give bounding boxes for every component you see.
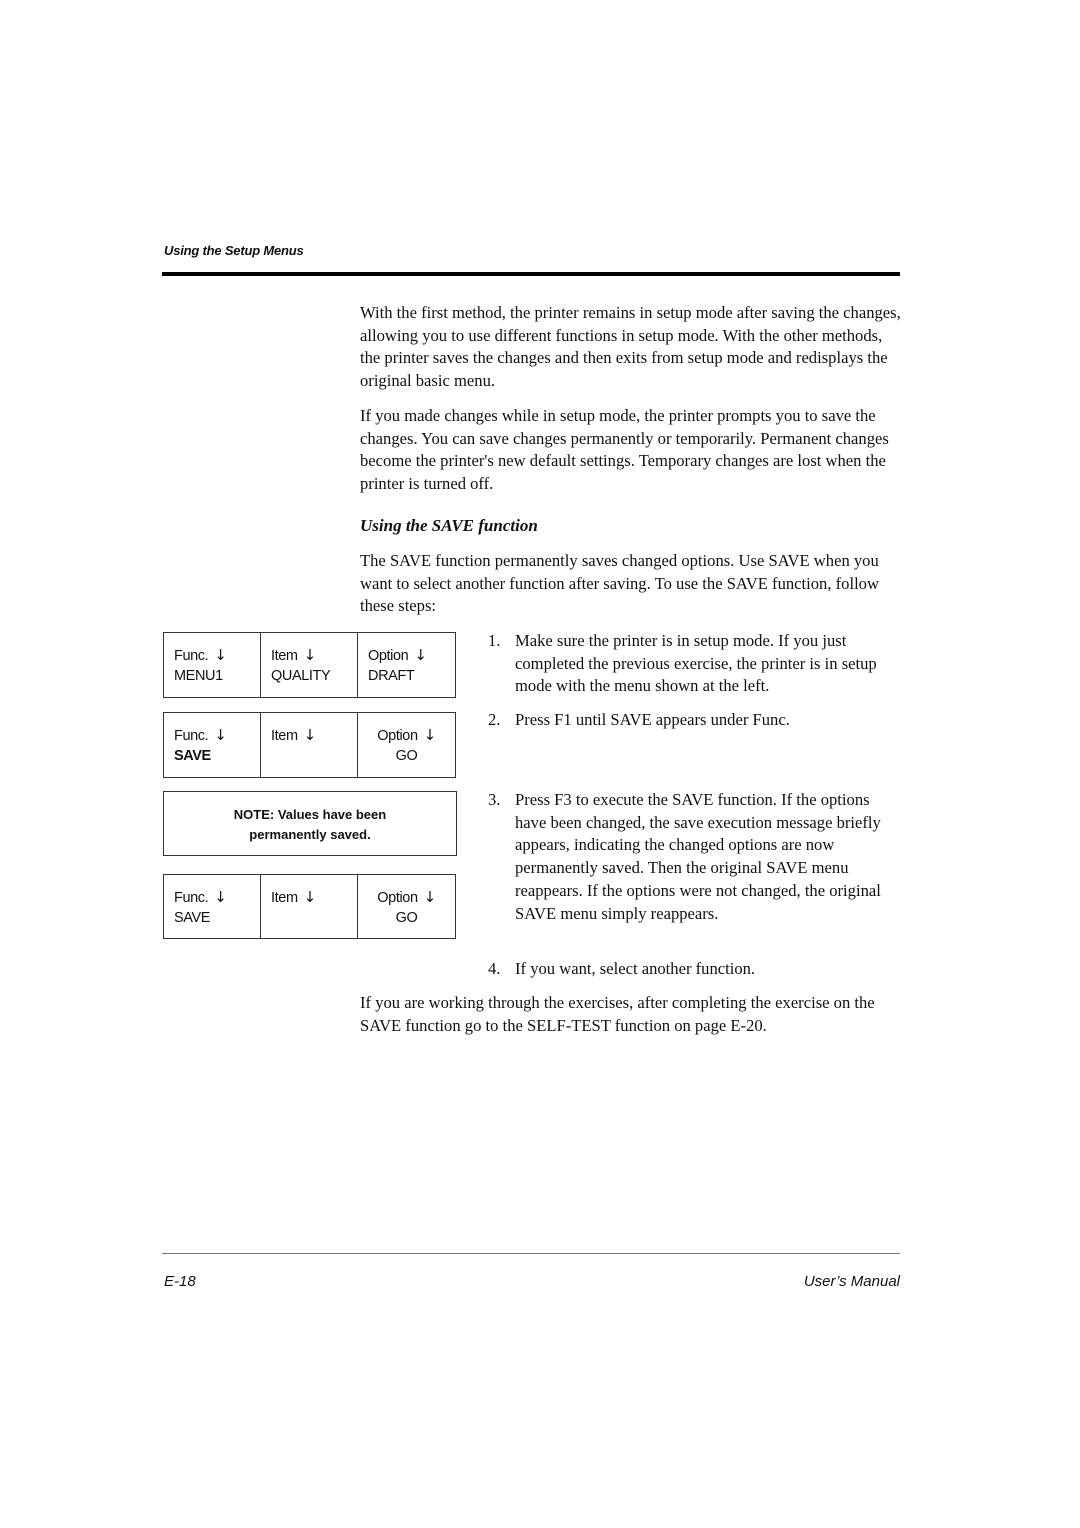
note-line-2: permanently saved. <box>249 827 371 842</box>
lcd-panel-save-restored: Func. ↓ SAVE Item ↓ Option ↓ GO <box>163 874 456 939</box>
lcd-item-cell: Item ↓ QUALITY <box>261 633 358 697</box>
step-number: 4. <box>488 959 501 978</box>
option-label: Option <box>368 648 409 664</box>
option-label: Option <box>377 728 418 744</box>
func-label: Func. <box>174 648 209 664</box>
step-number: 3. <box>488 790 501 809</box>
down-arrow-icon: ↓ <box>414 646 427 664</box>
down-arrow-icon: ↓ <box>303 726 317 744</box>
lcd-panel-menu1: Func. ↓ MENU1 Item ↓ QUALITY Option ↓ DRAFT <box>163 632 456 698</box>
func-label: Func. <box>174 728 209 744</box>
page-number: E-18 <box>164 1273 196 1290</box>
paragraph-save-intro: The SAVE function permanently saves chan… <box>360 551 879 616</box>
func-value: MENU1 <box>174 668 223 684</box>
down-arrow-icon: ↓ <box>214 888 227 906</box>
manual-title: User’s Manual <box>803 1273 900 1290</box>
lcd-option-cell: Option ↓ DRAFT <box>358 633 455 697</box>
step-text: Press F3 to execute the SAVE function. I… <box>515 790 881 923</box>
down-arrow-icon: ↓ <box>214 646 227 664</box>
step-number: 2. <box>488 710 501 729</box>
step-text: Make sure the printer is in setup mode. … <box>515 631 877 696</box>
lcd-func-cell: Func. ↓ SAVE <box>164 875 262 938</box>
step-number: 1. <box>488 631 501 650</box>
running-head: Using the Setup Menus <box>164 243 304 258</box>
lcd-func-cell: Func. ↓ MENU1 <box>164 633 261 697</box>
step-text: Press F1 until SAVE appears under Func. <box>515 710 790 729</box>
step-text: If you want, select another function. <box>515 959 756 978</box>
paragraph-next-exercise: If you are working through the exercises… <box>360 993 875 1035</box>
item-value: QUALITY <box>271 668 331 684</box>
note-line-1: NOTE: Values have been <box>233 807 387 822</box>
lcd-option-cell: Option ↓ GO <box>358 875 455 938</box>
item-label: Item <box>271 648 298 664</box>
note-message-box: NOTE: Values have been permanently saved… <box>163 791 457 856</box>
item-label: Item <box>271 890 298 906</box>
header-rule <box>162 272 900 276</box>
down-arrow-icon: ↓ <box>303 646 317 664</box>
paragraph-methods: With the first method, the printer remai… <box>360 303 901 391</box>
down-arrow-icon: ↓ <box>423 726 437 744</box>
lcd-func-cell: Func. ↓ SAVE <box>164 713 262 777</box>
footer-rule <box>162 1253 900 1254</box>
option-value: DRAFT <box>368 668 415 684</box>
section-heading: Using the SAVE function <box>360 516 538 535</box>
paragraph-save-prompt: If you made changes while in setup mode,… <box>360 406 889 494</box>
option-value: GO <box>395 910 418 926</box>
down-arrow-icon: ↓ <box>303 888 317 906</box>
func-value: SAVE <box>174 748 211 764</box>
lcd-item-cell: Item ↓ <box>261 875 359 938</box>
item-label: Item <box>271 728 298 744</box>
option-label: Option <box>377 890 418 906</box>
func-value: SAVE <box>174 910 211 926</box>
option-value: GO <box>395 748 418 764</box>
func-label: Func. <box>174 890 209 906</box>
lcd-panel-save: Func. ↓ SAVE Item ↓ Option ↓ GO <box>163 712 456 778</box>
down-arrow-icon: ↓ <box>214 726 227 744</box>
down-arrow-icon: ↓ <box>423 888 437 906</box>
lcd-item-cell: Item ↓ <box>261 713 359 777</box>
lcd-option-cell: Option ↓ GO <box>358 713 455 777</box>
